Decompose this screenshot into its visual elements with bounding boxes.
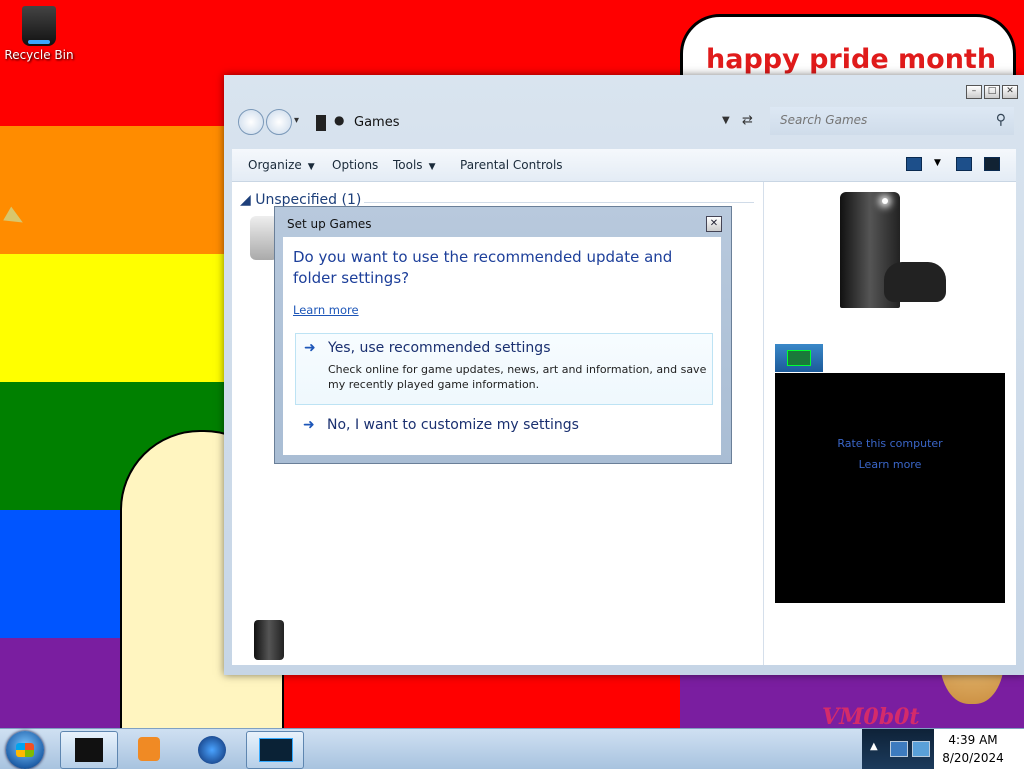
console-icon [75,738,103,762]
close-icon[interactable]: ✕ [706,216,722,232]
address-dropdown-icon[interactable]: ▼ [722,115,730,126]
back-button[interactable] [238,109,264,135]
media-player-icon [138,737,160,761]
breadcrumb-games[interactable]: Games [354,115,399,130]
chevron-down-icon: ▼ [307,162,315,172]
setup-games-dialog: Set up Games ✕ Do you want to use the re… [274,206,732,464]
arrow-right-icon: ➜ [304,340,316,356]
view-dropdown-icon[interactable]: ▼ [934,158,941,168]
forward-button[interactable] [266,109,292,135]
search-box[interactable]: ⚲ [770,107,1014,135]
notification-area: ▲ 4:39 AM 8/20/2024 [862,729,1024,769]
help-icon[interactable] [984,157,1000,171]
shine-icon [882,198,888,204]
performance-monitor-icon [787,350,811,366]
taskbar-games-explorer[interactable] [60,731,118,769]
browser-globe-icon [198,736,226,764]
close-icon[interactable]: ✕ [1002,85,1018,99]
recommended-settings-option[interactable]: ➜ Yes, use recommended settings Check on… [295,333,713,405]
games-folder-icon [316,115,326,131]
maximize-icon[interactable]: □ [984,85,1000,99]
show-hidden-icons-icon[interactable]: ▲ [870,741,878,752]
command-bar: Organize ▼ Options Tools ▼ Parental Contro… [232,149,1016,182]
breadcrumb-separator-icon[interactable]: ● [334,113,344,127]
tools-menu[interactable]: Tools ▼ [393,158,435,172]
option-description: Check online for game updates, news, art… [328,363,707,391]
search-icon[interactable]: ⚲ [996,112,1006,128]
recent-pages-dropdown-icon[interactable]: ▾ [294,115,299,126]
organize-menu[interactable]: Organize ▼ [248,158,315,172]
refresh-icon[interactable]: ⇄ [742,113,753,128]
option-title: No, I want to customize my settings [327,417,579,433]
chevron-down-icon: ▼ [428,162,436,172]
parental-controls-button[interactable]: Parental Controls [460,158,563,172]
speech-bubble-text: happy pride month [706,44,997,75]
details-console-icon [254,620,284,660]
watermark-text: VM0b0t [822,704,920,728]
volume-icon[interactable] [912,741,930,757]
console-preview [832,188,946,318]
dialog-body: Do you want to use the recommended updat… [283,237,721,455]
performance-learn-more-link[interactable]: Learn more [775,458,1005,471]
tools-label: Tools [393,158,423,172]
window-controls: – □ ✕ [966,85,1018,99]
clock-date: 8/20/2024 [942,751,1004,765]
options-button[interactable]: Options [332,158,378,172]
recycle-bin-label: Recycle Bin [4,48,74,62]
windows-logo-icon [16,743,34,757]
clock-time: 4:39 AM [948,733,998,747]
rate-computer-link[interactable]: Rate this computer [775,437,1005,450]
taskbar-browser[interactable] [184,731,240,767]
performance-tab[interactable] [775,344,823,372]
dialog-title: Set up Games [287,217,372,231]
minimize-icon[interactable]: – [966,85,982,99]
option-title: Yes, use recommended settings [328,340,551,356]
group-divider [364,202,754,203]
dialog-question: Do you want to use the recommended updat… [293,248,673,287]
performance-panel: Rate this computer Learn more [775,373,1005,603]
view-icon[interactable] [906,157,922,171]
network-icon[interactable] [890,741,908,757]
search-input[interactable] [780,113,980,127]
dialog-learn-more-link[interactable]: Learn more [293,303,359,317]
details-pane-divider[interactable] [763,182,764,665]
performance-monitor-icon [259,738,293,762]
address-bar: ▾ ● Games ▼ ⇄ ⚲ [232,103,1016,143]
taskbar: ▲ 4:39 AM 8/20/2024 [0,728,1024,769]
start-button[interactable] [6,731,44,769]
organize-label: Organize [248,158,302,172]
controller-icon [884,262,946,302]
arrow-right-icon: ➜ [303,417,315,433]
taskbar-media-player[interactable] [122,731,178,767]
recycle-bin-icon [22,6,56,46]
recycle-bin-shortcut[interactable]: Recycle Bin [4,6,74,62]
parental-controls-label: Parental Controls [460,158,563,172]
customize-settings-option[interactable]: ➜ No, I want to customize my settings [295,411,711,441]
preview-pane-icon[interactable] [956,157,972,171]
options-label: Options [332,158,379,172]
taskbar-performance-monitor[interactable] [246,731,304,769]
